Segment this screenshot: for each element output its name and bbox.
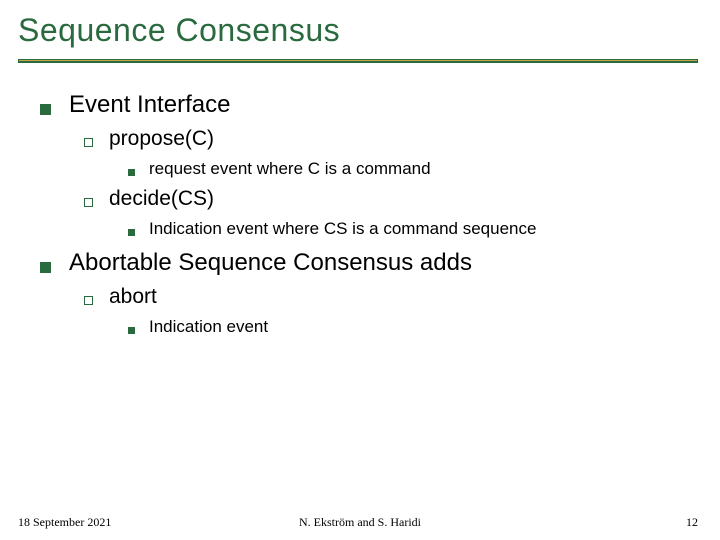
title-rule-inner [19, 60, 697, 61]
footer: 18 September 2021 N. Ekström and S. Hari… [0, 515, 720, 530]
bullet-text: Abortable Sequence Consensus adds [69, 249, 472, 277]
bullet-lvl3: Indication event [128, 317, 690, 337]
square-small-icon [128, 327, 135, 334]
square-outline-icon [84, 138, 93, 147]
bullet-lvl2: abort [84, 285, 690, 309]
bullet-lvl3: request event where C is a command [128, 159, 690, 179]
bullet-text: abort [109, 285, 157, 309]
footer-authors: N. Ekström and S. Haridi [0, 515, 720, 530]
bullet-text: Indication event where CS is a command s… [149, 219, 536, 239]
bullet-text: propose(C) [109, 127, 214, 151]
bullet-lvl1: Abortable Sequence Consensus adds [40, 249, 690, 277]
footer-page: 12 [686, 515, 698, 530]
square-fill-icon [40, 104, 51, 115]
bullet-text: decide(CS) [109, 187, 214, 211]
bullet-lvl1: Event Interface [40, 91, 690, 119]
title-rule [18, 59, 698, 63]
bullet-text: Indication event [149, 317, 268, 337]
title-area: Sequence Consensus [0, 0, 720, 55]
bullet-lvl2: decide(CS) [84, 187, 690, 211]
square-small-icon [128, 229, 135, 236]
square-outline-icon [84, 296, 93, 305]
square-outline-icon [84, 198, 93, 207]
slide: Sequence Consensus Event Interface propo… [0, 0, 720, 540]
bullet-lvl3: Indication event where CS is a command s… [128, 219, 690, 239]
content: Event Interface propose(C) request event… [0, 63, 720, 337]
square-small-icon [128, 169, 135, 176]
slide-title: Sequence Consensus [18, 12, 720, 49]
bullet-text: Event Interface [69, 91, 230, 119]
bullet-lvl2: propose(C) [84, 127, 690, 151]
bullet-text: request event where C is a command [149, 159, 431, 179]
square-fill-icon [40, 262, 51, 273]
